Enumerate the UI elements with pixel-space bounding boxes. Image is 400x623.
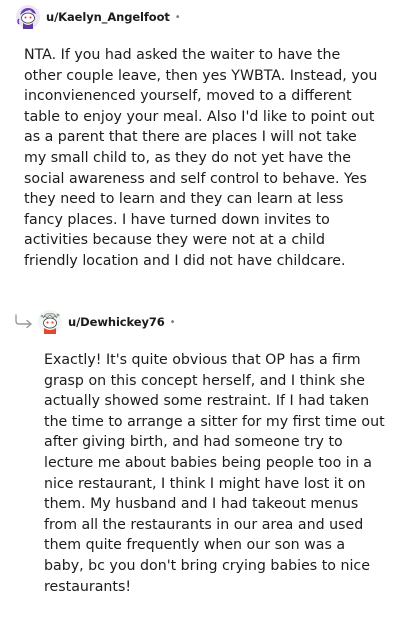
snoo-purple-avatar-icon[interactable] <box>16 5 40 29</box>
snoo-red-white-avatar-icon[interactable] <box>38 310 62 334</box>
comment-body: NTA. If you had asked the waiter to have… <box>24 47 378 269</box>
separator-dot: • <box>174 11 181 23</box>
comment-body: Exactly! It's quite obvious that OP has … <box>44 352 385 595</box>
comment-header: u/Kaelyn_Angelfoot • <box>16 3 181 31</box>
comment-username[interactable]: u/Dewhickey76 <box>68 315 165 329</box>
separator-dot: • <box>169 316 176 328</box>
comment-username[interactable]: u/Kaelyn_Angelfoot <box>46 10 170 24</box>
reply-arrow-icon <box>14 313 34 329</box>
comment-header: u/Dewhickey76 • <box>38 308 176 336</box>
